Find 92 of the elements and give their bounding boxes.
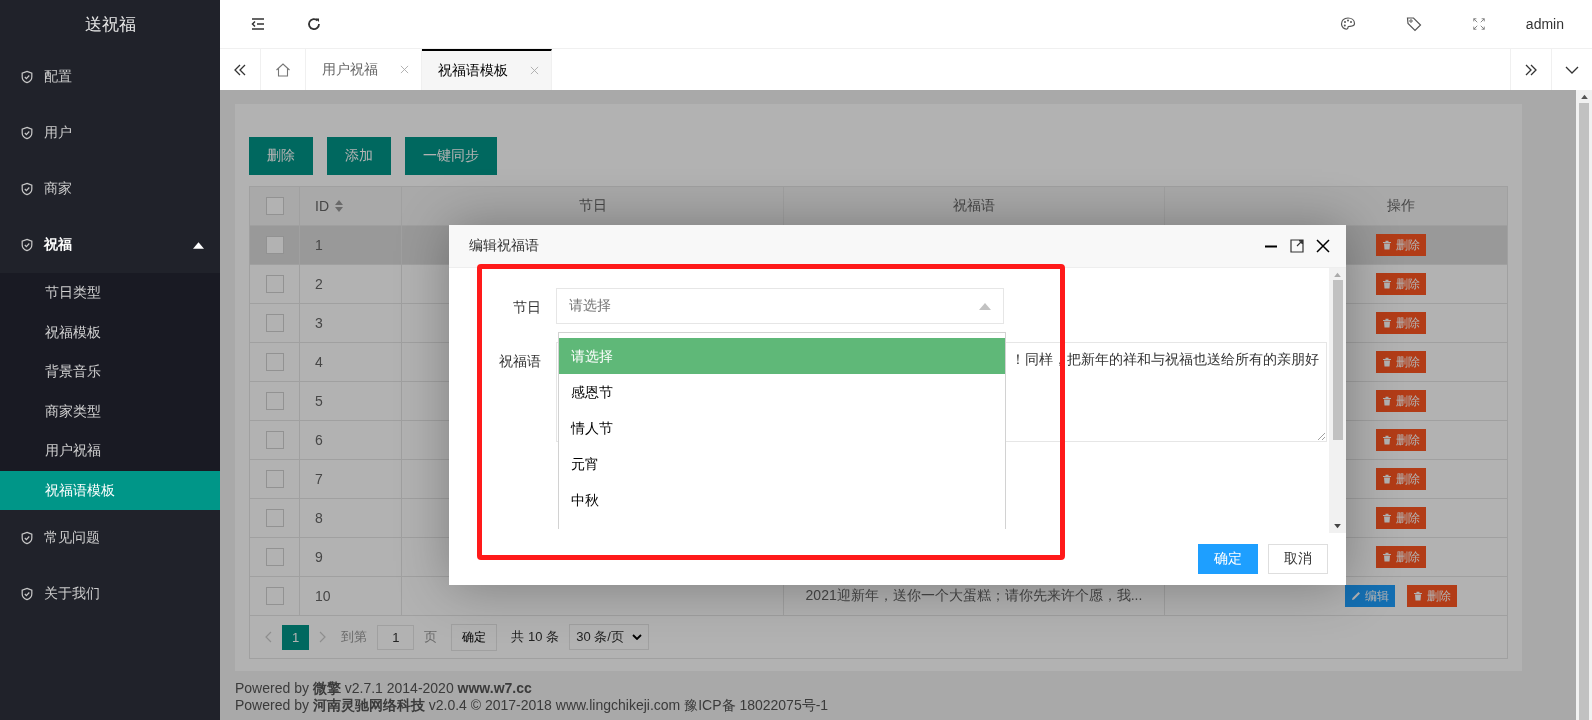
table-cell: 2021迎新年，送你一个大蛋糕；请你先来许个愿，我... xyxy=(805,587,1143,605)
nav-item[interactable]: 关于我们 xyxy=(0,566,220,622)
shield-icon xyxy=(20,182,34,196)
table-cell: 9 xyxy=(315,549,323,565)
trash-icon xyxy=(1382,474,1392,484)
scroll-down-icon[interactable] xyxy=(1334,524,1341,529)
dialog-title: 编辑祝福语 xyxy=(469,237,539,255)
collapse-menu-icon[interactable] xyxy=(250,16,266,32)
previous-page-icon[interactable] xyxy=(264,631,272,643)
trash-icon xyxy=(1382,357,1392,367)
page-tab[interactable]: 祝福语模板 xyxy=(422,49,552,90)
scroll-up-icon[interactable] xyxy=(1580,94,1588,99)
table-cell: 5 xyxy=(315,393,323,409)
nav-item[interactable]: 祝福 xyxy=(0,217,220,273)
nav-subitem[interactable]: 节日类型 xyxy=(0,273,220,313)
trash-icon xyxy=(1382,513,1392,523)
checkbox[interactable] xyxy=(265,197,284,215)
page-input[interactable]: 1 xyxy=(377,624,415,650)
table-cell: 4 xyxy=(315,354,323,370)
trash-icon xyxy=(1382,279,1392,289)
table-cell: 6 xyxy=(315,432,323,448)
refresh-icon[interactable] xyxy=(306,16,322,32)
tag-icon[interactable] xyxy=(1405,16,1422,32)
pencil-icon xyxy=(1351,591,1361,601)
goto-label: 到第 xyxy=(341,628,368,646)
next-page-icon[interactable] xyxy=(319,631,328,643)
trash-icon xyxy=(1382,318,1392,328)
footer-text: Powered by 微擎 v2.7.1 2014-2020 www.w7.cc xyxy=(235,681,533,696)
column-header: 操作 xyxy=(1387,197,1415,215)
nav-item[interactable]: 配置 xyxy=(0,49,220,105)
checkbox[interactable] xyxy=(265,587,284,605)
table-cell: 10 xyxy=(315,588,331,604)
dropdown-option[interactable]: 中秋 xyxy=(559,482,1005,518)
checkbox[interactable] xyxy=(265,548,284,566)
shield-icon xyxy=(20,70,34,84)
trash-icon xyxy=(1413,591,1423,601)
checkbox[interactable] xyxy=(265,431,284,449)
cancel-button[interactable]: 取消 xyxy=(1268,544,1328,574)
checkbox[interactable] xyxy=(265,509,284,527)
column-header: 节日 xyxy=(578,197,607,215)
trash-icon xyxy=(1382,396,1392,406)
nav-subitem[interactable]: 商家类型 xyxy=(0,391,220,431)
table-cell: 1 xyxy=(315,237,323,253)
field-label: 祝福语 xyxy=(498,352,542,371)
page-size-select[interactable]: 30 条/页 xyxy=(569,624,649,650)
checkbox[interactable] xyxy=(265,236,284,254)
field-label: 节日 xyxy=(512,298,542,317)
dropdown-option[interactable]: 元宵 xyxy=(559,446,1005,482)
shield-icon xyxy=(20,126,34,140)
column-header: 祝福语 xyxy=(953,197,995,215)
nav-subitem[interactable]: 祝福模板 xyxy=(0,312,220,352)
chevron-down-icon xyxy=(631,634,642,640)
goto-button[interactable]: 确定 xyxy=(451,623,498,651)
table-cell: 2 xyxy=(315,276,323,292)
column-header[interactable]: ID xyxy=(315,198,329,214)
user-menu[interactable]: admin xyxy=(1525,16,1564,32)
select-field[interactable]: 请选择 xyxy=(556,288,1004,324)
trash-icon xyxy=(1382,552,1392,562)
maximize-icon[interactable] xyxy=(1290,239,1304,253)
palette-icon[interactable] xyxy=(1339,16,1356,32)
nav-subitem[interactable]: 用户祝福 xyxy=(0,431,220,471)
page-unit: 页 xyxy=(424,628,438,646)
nav-subitem[interactable]: 祝福语模板 xyxy=(0,470,220,510)
footer-text: Powered by 河南灵驰网络科技 v2.0.4 © 2017-2018 www.lingchikeji.com 豫ICP备 18022075号-1 xyxy=(235,698,830,713)
app-title: 送祝福 xyxy=(83,14,137,36)
checkbox[interactable] xyxy=(265,392,284,410)
checkbox[interactable] xyxy=(265,275,284,293)
shield-icon xyxy=(20,531,34,545)
caret-icon xyxy=(193,241,204,249)
shield-icon xyxy=(20,238,34,252)
shield-icon xyxy=(20,587,34,601)
fullscreen-icon[interactable] xyxy=(1471,17,1486,31)
table-cell: 7 xyxy=(315,471,323,487)
checkbox[interactable] xyxy=(265,470,284,488)
trash-icon xyxy=(1382,240,1392,250)
resize-grip-icon[interactable] xyxy=(1317,432,1325,440)
table-cell: 3 xyxy=(315,315,323,331)
nav-subitem[interactable]: 背景音乐 xyxy=(0,352,220,392)
checkbox[interactable] xyxy=(265,353,284,371)
trash-icon xyxy=(1382,435,1392,445)
table-cell: 8 xyxy=(315,510,323,526)
checkbox[interactable] xyxy=(265,314,284,332)
nav-item[interactable]: 用户 xyxy=(0,105,220,161)
close-icon[interactable] xyxy=(1316,239,1330,253)
dropdown-option[interactable]: 感恩节 xyxy=(559,374,1005,410)
nav-item[interactable]: 常见问题 xyxy=(0,510,220,566)
caret-icon xyxy=(979,302,991,310)
total-count: 共 10 条 xyxy=(511,628,560,646)
nav-item[interactable]: 商家 xyxy=(0,161,220,217)
home-icon xyxy=(275,61,291,78)
dropdown-option[interactable]: 情人节 xyxy=(559,410,1005,446)
sort-icon[interactable] xyxy=(335,200,343,212)
